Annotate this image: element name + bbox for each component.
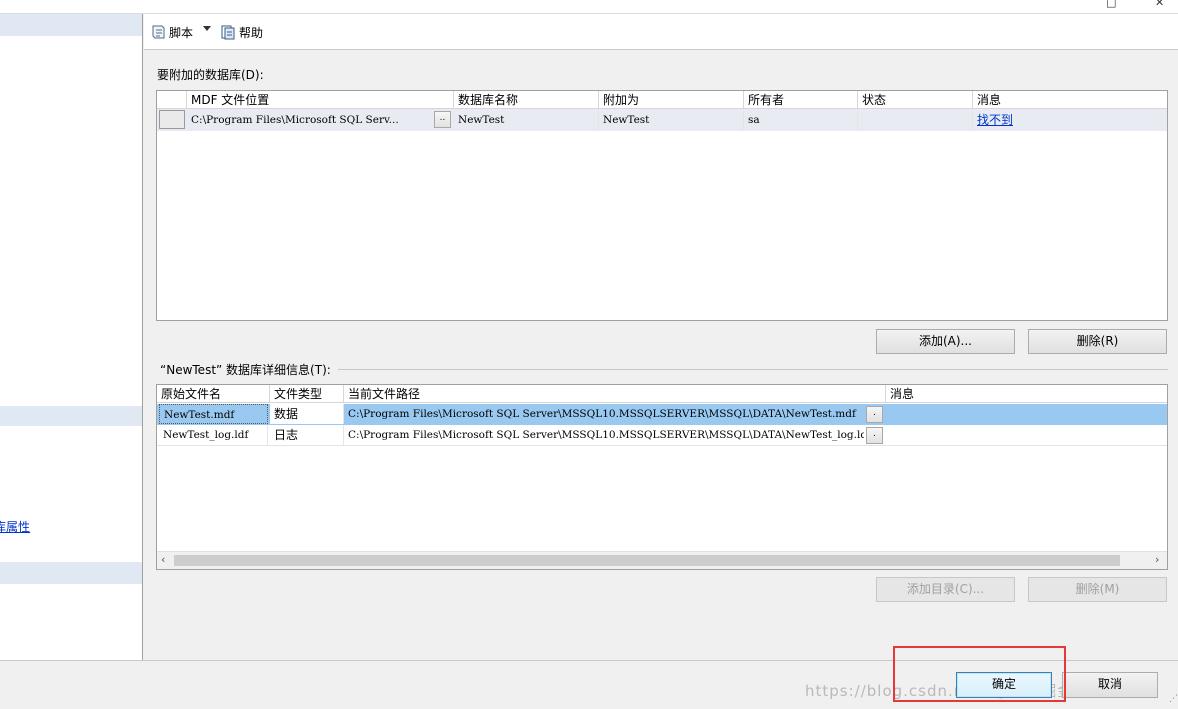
help-icon	[221, 25, 235, 40]
resize-grip-icon[interactable]: ⋰	[1169, 694, 1178, 704]
owner-cell[interactable]: sa	[744, 110, 858, 130]
file-message-cell	[886, 404, 1167, 424]
browse-path-button[interactable]: .	[866, 406, 883, 423]
help-button[interactable]: 帮助	[220, 20, 263, 44]
add-catalog-button[interactable]: 添加目录(C)...	[876, 577, 1015, 602]
column-header[interactable]: 当前文件路径	[344, 385, 886, 403]
left-pane-progress-band	[0, 562, 142, 584]
script-label: 脚本	[169, 25, 194, 40]
table-row[interactable]: NewTest_log.ldf 日志 C:\Program Files\Micr…	[157, 425, 1167, 446]
attach-databases-grid: MDF 文件位置 数据库名称 附加为 所有者 状态 消息 C:\Program …	[156, 90, 1168, 321]
browse-mdf-button[interactable]: ..	[434, 111, 451, 128]
column-header[interactable]: 所有者	[744, 91, 858, 109]
file-message-cell	[886, 425, 1167, 445]
file-path-cell[interactable]: C:\Program Files\Microsoft SQL Server\MS…	[344, 425, 864, 445]
column-header[interactable]: 文件类型	[270, 385, 344, 403]
file-name-cell[interactable]: NewTest.mdf	[159, 404, 268, 424]
column-header[interactable]: 消息	[886, 385, 1167, 403]
message-cell: 找不到	[973, 110, 1163, 130]
db-name-cell[interactable]: NewTest	[454, 110, 599, 130]
help-label: 帮助	[239, 25, 264, 40]
column-header[interactable]: 附加为	[599, 91, 744, 109]
table-row[interactable]: C:\Program Files\Microsoft SQL Serv... .…	[157, 109, 1167, 131]
status-cell	[858, 110, 973, 130]
script-button[interactable]: 脚本	[150, 20, 193, 44]
attach-as-cell[interactable]: NewTest	[599, 110, 744, 130]
section-divider	[338, 369, 1168, 370]
file-type-cell[interactable]: 数据	[270, 404, 344, 424]
left-pane-header-band	[0, 14, 142, 36]
details-section-title: “NewTest” 数据库详细信息(T):	[160, 363, 331, 377]
scroll-left-icon[interactable]: ‹	[161, 553, 165, 566]
cancel-button[interactable]: 取消	[1062, 672, 1158, 698]
column-header[interactable]: MDF 文件位置	[187, 91, 454, 109]
column-header[interactable]: 数据库名称	[454, 91, 599, 109]
chevron-down-icon[interactable]	[203, 26, 211, 31]
file-path-cell[interactable]: C:\Program Files\Microsoft SQL Server\MS…	[344, 404, 864, 424]
scroll-right-icon[interactable]: ›	[1155, 553, 1159, 566]
not-found-link[interactable]: 找不到	[977, 113, 1013, 127]
table-row[interactable]: NewTest.mdf 数据 C:\Program Files\Microsof…	[157, 404, 1167, 425]
browse-path-button[interactable]: .	[866, 427, 883, 444]
left-pane: 数据库属性	[0, 14, 143, 660]
grid-corner	[157, 91, 187, 109]
highlight-box	[893, 646, 1066, 702]
file-name-cell[interactable]: NewTest_log.ldf	[159, 425, 268, 445]
scrollbar-thumb[interactable]	[174, 555, 1120, 566]
database-properties-link[interactable]: 数据库属性	[0, 520, 30, 534]
horizontal-scrollbar[interactable]: ‹ ›	[157, 551, 1167, 569]
left-pane-band	[0, 406, 142, 426]
attach-section-title: 要附加的数据库(D):	[157, 68, 264, 82]
database-details-grid: 原始文件名 文件类型 当前文件路径 消息 NewTest.mdf 数据 C:\P…	[156, 384, 1168, 570]
column-header[interactable]: 消息	[973, 91, 1167, 109]
title-bar: □ ✕	[0, 0, 1178, 14]
column-header[interactable]: 原始文件名	[157, 385, 270, 403]
database-properties-link-wrap: 数据库属性	[0, 518, 30, 535]
row-selector[interactable]	[159, 110, 185, 129]
column-header[interactable]: 状态	[858, 91, 973, 109]
close-icon[interactable]: ✕	[1155, 0, 1164, 9]
remove-file-button[interactable]: 删除(M)	[1028, 577, 1167, 602]
add-button[interactable]: 添加(A)...	[876, 329, 1015, 354]
mdf-path-cell[interactable]: C:\Program Files\Microsoft SQL Serv...	[187, 110, 432, 130]
toolbar: 脚本 帮助	[144, 14, 1178, 50]
remove-button[interactable]: 删除(R)	[1028, 329, 1167, 354]
maximize-icon[interactable]: □	[1106, 0, 1116, 9]
script-icon	[152, 25, 165, 39]
file-type-cell[interactable]: 日志	[270, 425, 344, 445]
